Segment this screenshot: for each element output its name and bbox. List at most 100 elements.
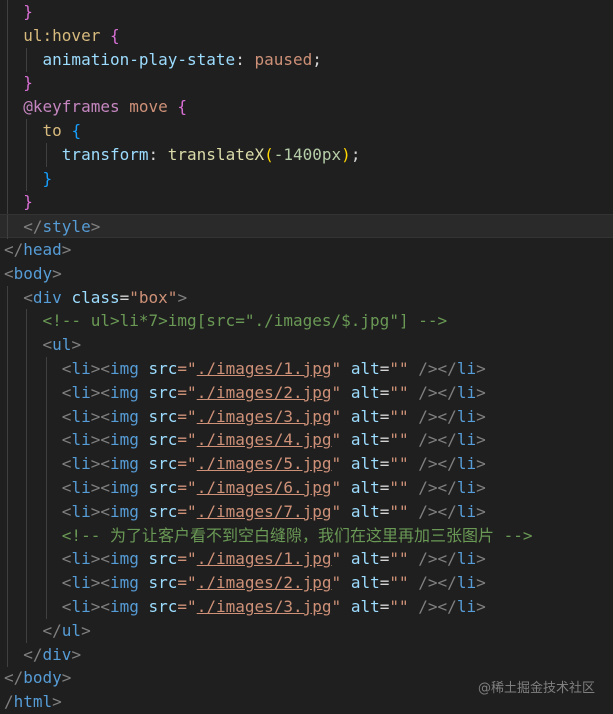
code-token: translateX xyxy=(167,144,265,164)
code-token: <!-- ul>li*7>img[src="./images/$.jpg"] -… xyxy=(4,311,448,331)
code-token: >< xyxy=(90,597,110,616)
code-line[interactable]: </ul> xyxy=(0,618,613,643)
code-token: > xyxy=(61,240,72,259)
code-token: >< xyxy=(90,573,110,593)
code-line[interactable]: <li><img src="./images/1.jpg" alt="" /><… xyxy=(0,547,613,572)
code-token: img xyxy=(109,382,139,402)
code-line[interactable]: transform: translateX(-1400px); xyxy=(0,142,613,167)
code-line[interactable]: </style> xyxy=(0,214,613,240)
code-line[interactable]: <li><img src="./images/6.jpg" alt="" /><… xyxy=(0,476,613,500)
code-text: </head> xyxy=(4,238,71,262)
code-token: "" xyxy=(389,382,409,402)
code-line[interactable]: <body> xyxy=(0,262,613,286)
code-token: < xyxy=(4,573,72,593)
code-line[interactable]: </div> xyxy=(0,642,613,667)
code-line[interactable]: } xyxy=(0,0,613,24)
code-token: < xyxy=(4,454,72,474)
code-editor[interactable]: } ul:hover { animation-play-state: pause… xyxy=(0,0,613,714)
code-line[interactable]: } xyxy=(0,166,613,191)
code-token: > xyxy=(61,668,72,688)
code-line[interactable]: ul:hover { xyxy=(0,23,613,48)
code-text: <!-- 为了让客户看不到空白缝隙，我们在这里再加三张图片 --> xyxy=(4,524,533,548)
code-token: > xyxy=(71,335,82,355)
code-line[interactable]: <li><img src="./images/1.jpg" alt="" /><… xyxy=(0,357,613,381)
code-token: /></ xyxy=(408,359,457,378)
code-line[interactable]: animation-play-state: paused; xyxy=(0,47,613,72)
code-token: src xyxy=(148,454,178,474)
code-text: <li><img src="./images/2.jpg" alt="" /><… xyxy=(4,571,486,595)
code-token: =" xyxy=(177,406,197,426)
code-line[interactable]: to { xyxy=(0,119,613,143)
code-line[interactable]: <li><img src="./images/2.jpg" alt="" /><… xyxy=(0,380,613,405)
code-token: alt xyxy=(350,359,380,378)
code-line[interactable]: <li><img src="./images/3.jpg" alt="" /><… xyxy=(0,595,613,619)
code-token: alt xyxy=(350,454,380,474)
code-text: <ul> xyxy=(4,333,82,357)
code-line[interactable]: <!-- ul>li*7>img[src="./images/$.jpg"] -… xyxy=(0,309,613,334)
code-token: src xyxy=(148,478,178,497)
code-token: = xyxy=(379,359,390,378)
code-token: html xyxy=(13,692,53,712)
code-token: } xyxy=(23,2,33,21)
code-token: li xyxy=(456,359,477,378)
code-line[interactable]: <div class="box"> xyxy=(0,285,613,310)
code-token: </ xyxy=(4,620,62,640)
code-token: img xyxy=(109,573,139,593)
code-token: src xyxy=(148,382,178,402)
code-line[interactable]: <li><img src="./images/5.jpg" alt="" /><… xyxy=(0,452,613,477)
code-line[interactable]: <li><img src="./images/7.jpg" alt="" /><… xyxy=(0,499,613,524)
code-token: animation-play-state xyxy=(4,49,236,69)
code-text: } xyxy=(4,71,33,95)
code-text: <div class="box"> xyxy=(4,286,187,310)
code-token: "" xyxy=(389,501,409,521)
code-line[interactable]: <li><img src="./images/4.jpg" alt="" /><… xyxy=(0,428,613,453)
code-line[interactable]: } xyxy=(0,71,613,96)
code-line[interactable]: <!-- 为了让客户看不到空白缝隙，我们在这里再加三张图片 --> xyxy=(0,523,613,548)
code-token: = xyxy=(119,287,130,307)
code-token: = xyxy=(379,478,390,497)
code-token: < xyxy=(4,382,72,402)
code-token: /></ xyxy=(408,430,457,450)
code-line[interactable]: <li><img src="./images/3.jpg" alt="" /><… xyxy=(0,404,613,429)
code-token: alt xyxy=(350,478,380,497)
code-line[interactable]: } xyxy=(0,190,613,215)
code-token: { xyxy=(71,121,82,140)
code-token: /></ xyxy=(408,382,457,402)
code-token: li xyxy=(71,597,91,616)
code-token: > xyxy=(476,406,486,426)
code-text: to { xyxy=(4,119,82,143)
code-token: > xyxy=(476,359,486,378)
code-line[interactable]: </head> xyxy=(0,238,613,262)
code-text: </ul> xyxy=(4,619,91,643)
code-token: <!-- 为了让客户看不到空白缝隙，我们在这里再加三张图片 --> xyxy=(4,525,533,545)
code-token: < xyxy=(4,263,14,283)
code-token: </ xyxy=(4,668,24,688)
code-token: "" xyxy=(389,549,409,569)
code-token: " xyxy=(331,382,342,402)
code-text: <li><img src="./images/6.jpg" alt="" /><… xyxy=(4,476,486,500)
code-line[interactable]: @keyframes move { xyxy=(0,95,613,120)
code-token: < xyxy=(4,597,72,616)
code-token: li xyxy=(456,430,477,450)
code-token: li xyxy=(71,430,91,450)
code-token: alt xyxy=(350,501,380,521)
code-token: ./images/3.jpg xyxy=(196,406,332,426)
code-token: "box" xyxy=(129,287,178,307)
code-token: src xyxy=(148,501,178,521)
code-token: >< xyxy=(90,430,110,450)
code-token: =" xyxy=(177,382,197,402)
code-token: li xyxy=(71,501,91,521)
code-token: : xyxy=(148,144,168,164)
code-token: img xyxy=(109,478,139,497)
code-line[interactable]: <ul> xyxy=(0,333,613,358)
code-token: paused xyxy=(254,49,313,69)
code-token: div xyxy=(32,287,62,307)
code-token: = xyxy=(379,597,390,616)
code-token: </ xyxy=(4,644,43,664)
code-line[interactable]: <li><img src="./images/2.jpg" alt="" /><… xyxy=(0,571,613,596)
code-token: > xyxy=(476,573,486,593)
